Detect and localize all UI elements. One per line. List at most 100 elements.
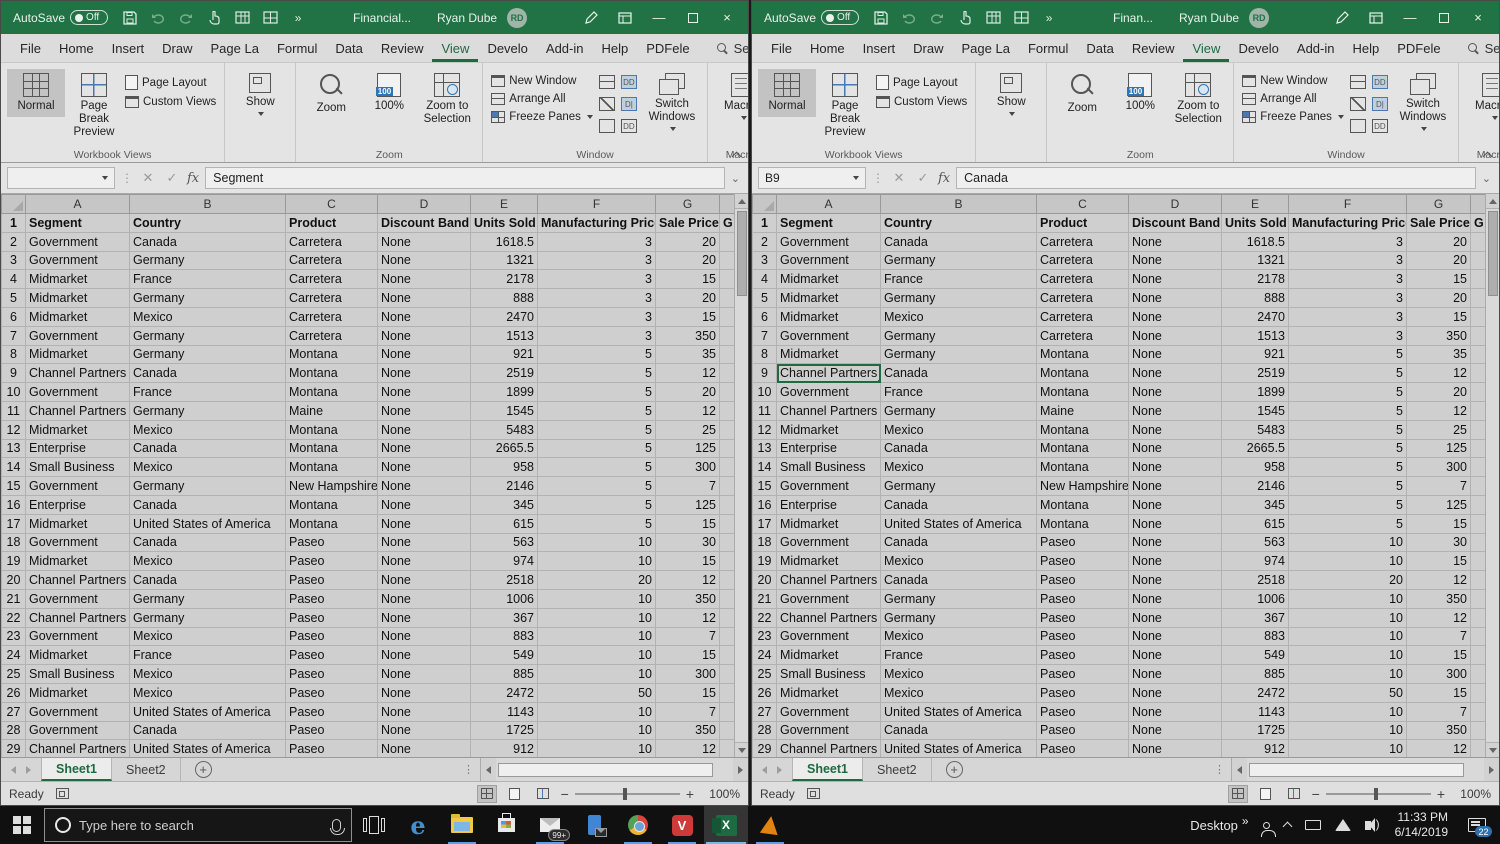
cell[interactable]: 912 [471, 740, 538, 757]
cell[interactable]: 1899 [1222, 383, 1289, 402]
close-button[interactable]: × [710, 1, 744, 34]
avatar[interactable]: RD [1249, 8, 1269, 28]
cell[interactable]: None [378, 608, 471, 627]
cell[interactable]: 1545 [1222, 401, 1289, 420]
cell[interactable]: Channel Partners [777, 571, 881, 590]
cell[interactable]: Canada [130, 364, 286, 383]
cell[interactable]: 3 [1289, 307, 1407, 326]
cell[interactable]: Midmarket [777, 345, 881, 364]
cell[interactable]: 3 [538, 307, 656, 326]
cell[interactable]: None [378, 364, 471, 383]
cell[interactable]: 367 [1222, 608, 1289, 627]
row-header[interactable]: 23 [2, 627, 26, 646]
cell[interactable]: 20 [656, 232, 720, 251]
cell[interactable]: 12 [656, 401, 720, 420]
row-header[interactable]: 17 [2, 514, 26, 533]
cell[interactable]: None [1129, 552, 1222, 571]
expand-formula-bar-icon[interactable]: ⌄ [731, 172, 742, 185]
arrange-all-button[interactable]: Arrange All [491, 93, 593, 105]
cell[interactable]: Montana [1037, 439, 1129, 458]
scroll-down-icon[interactable] [735, 742, 749, 757]
cell[interactable]: 20 [1407, 289, 1471, 308]
show-button[interactable]: Show [982, 69, 1040, 120]
hide-window-icon[interactable] [599, 97, 615, 111]
cell[interactable]: Paseo [1037, 702, 1129, 721]
cell[interactable]: 350 [656, 326, 720, 345]
menu-tab-review[interactable]: Review [372, 34, 433, 62]
name-box[interactable]: B9 [758, 167, 866, 189]
menu-tab-develo[interactable]: Develo [478, 34, 536, 62]
column-header-e[interactable]: E [1222, 195, 1289, 214]
cell[interactable]: 7 [1407, 702, 1471, 721]
cell[interactable]: Government [777, 383, 881, 402]
cell[interactable]: 125 [1407, 495, 1471, 514]
cell[interactable]: None [1129, 383, 1222, 402]
cell[interactable]: Government [777, 589, 881, 608]
cell[interactable]: 1513 [1222, 326, 1289, 345]
cell[interactable]: Product [1037, 214, 1129, 233]
cell[interactable]: United States of America [881, 740, 1037, 757]
cell[interactable]: 5 [538, 477, 656, 496]
cell[interactable]: 2178 [471, 270, 538, 289]
cell[interactable]: 3 [538, 251, 656, 270]
row-header[interactable]: 2 [2, 232, 26, 251]
cell[interactable]: Small Business [777, 665, 881, 684]
cell[interactable]: None [378, 646, 471, 665]
borders-icon[interactable] [262, 10, 278, 26]
cell[interactable]: Germany [130, 251, 286, 270]
cell[interactable]: 5 [1289, 364, 1407, 383]
cell[interactable]: Mexico [130, 552, 286, 571]
horizontal-scroll-thumb[interactable] [498, 763, 713, 777]
cell[interactable]: 615 [1222, 514, 1289, 533]
page-break-status-icon[interactable] [533, 785, 553, 803]
row-header[interactable]: 11 [2, 401, 26, 420]
cell[interactable]: Government [26, 251, 130, 270]
cell[interactable]: 20 [1407, 383, 1471, 402]
insert-table-icon[interactable] [234, 10, 250, 26]
cell[interactable]: 3 [538, 326, 656, 345]
row-header[interactable]: 4 [753, 270, 777, 289]
cell[interactable]: None [1129, 702, 1222, 721]
cell[interactable]: 10 [538, 721, 656, 740]
menu-tab-insert[interactable]: Insert [103, 34, 154, 62]
cell[interactable]: Midmarket [26, 420, 130, 439]
cell[interactable]: None [1129, 608, 1222, 627]
column-header-g[interactable]: G [1407, 195, 1471, 214]
zoom-slider[interactable]: − + [561, 786, 694, 802]
cell[interactable]: Canada [881, 439, 1037, 458]
cell[interactable]: 345 [471, 495, 538, 514]
row-header[interactable]: 2 [753, 232, 777, 251]
cell[interactable]: 350 [656, 721, 720, 740]
cell[interactable]: 12 [656, 364, 720, 383]
cell[interactable]: Germany [130, 477, 286, 496]
sheet-tab-sheet1[interactable]: Sheet1 [792, 758, 863, 781]
page-break-preview-button[interactable]: Page Break Preview [816, 69, 874, 144]
redo-icon[interactable] [178, 10, 194, 26]
menu-tab-data[interactable]: Data [1077, 34, 1122, 62]
cell[interactable]: None [378, 514, 471, 533]
cell[interactable]: 5 [1289, 401, 1407, 420]
cell[interactable]: Paseo [1037, 589, 1129, 608]
scroll-left-icon[interactable] [481, 758, 496, 781]
cell[interactable]: Government [777, 533, 881, 552]
cell[interactable]: Carretera [286, 270, 378, 289]
cell[interactable]: Paseo [1037, 533, 1129, 552]
cell[interactable]: Segment [26, 214, 130, 233]
cell[interactable]: Mexico [130, 665, 286, 684]
cell[interactable]: Channel Partners [26, 571, 130, 590]
next-sheet-icon[interactable] [777, 766, 782, 774]
cell[interactable]: None [1129, 683, 1222, 702]
cell[interactable]: 3 [538, 270, 656, 289]
cell[interactable]: Midmarket [777, 683, 881, 702]
cell[interactable]: Units Sold [471, 214, 538, 233]
cell[interactable]: Mexico [881, 552, 1037, 571]
cell[interactable]: France [881, 270, 1037, 289]
cell[interactable]: 350 [1407, 721, 1471, 740]
cell[interactable]: 2665.5 [471, 439, 538, 458]
column-header-b[interactable]: B [881, 195, 1037, 214]
row-header[interactable]: 10 [2, 383, 26, 402]
cell[interactable]: 1725 [1222, 721, 1289, 740]
cell[interactable]: Montana [286, 439, 378, 458]
cell[interactable]: Mexico [881, 665, 1037, 684]
cell[interactable]: Mexico [130, 683, 286, 702]
